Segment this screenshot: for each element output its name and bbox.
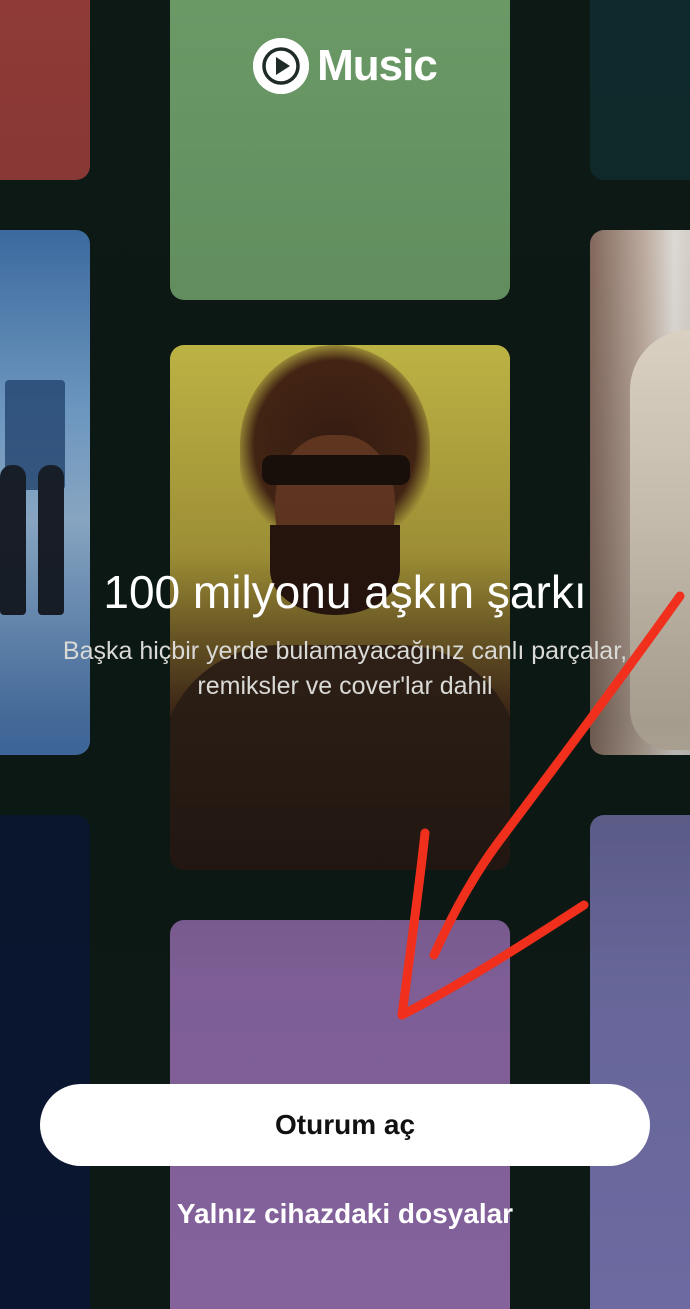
onboarding-headline: 100 milyonu aşkın şarkı xyxy=(103,566,587,618)
album-tile-navy xyxy=(0,815,90,1309)
onboarding-subtext: Başka hiçbir yerde bulamayacağınız canlı… xyxy=(62,637,628,700)
sign-in-button[interactable]: Oturum aç xyxy=(40,1084,650,1166)
app-logo: Music xyxy=(0,38,690,94)
play-circle-icon xyxy=(253,38,310,94)
local-files-only-link[interactable]: Yalnız cihazdaki dosyalar xyxy=(0,1198,690,1230)
onboarding-screen: Music 100 milyonu aşkın şarkı Başka hiçb… xyxy=(0,0,690,1309)
album-tile-lavender xyxy=(590,815,690,1309)
artist-glasses xyxy=(262,455,410,485)
app-brand-text: Music xyxy=(317,41,438,90)
